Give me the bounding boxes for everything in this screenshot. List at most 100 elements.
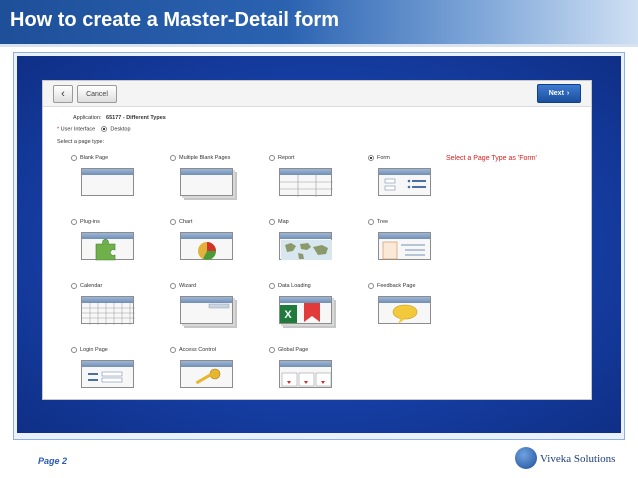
next-button[interactable]: Next › xyxy=(537,84,581,103)
page-type-option[interactable]: Wizard xyxy=(170,283,196,289)
page-type-option[interactable]: Global Page xyxy=(269,347,308,353)
page-type-label: Plug-ins xyxy=(80,219,100,225)
page-type-label: Map xyxy=(278,219,289,225)
page-type-chart[interactable]: Chart xyxy=(170,219,265,279)
user-interface-label: User Interface xyxy=(60,126,96,133)
map-icon[interactable] xyxy=(279,232,332,260)
application-row: Application: 65177 - Different Types xyxy=(73,115,166,121)
page-type-global-page[interactable]: Global Page xyxy=(269,347,364,407)
page-number: Page 2 xyxy=(38,456,68,466)
report-icon[interactable] xyxy=(279,168,333,197)
brand-name: Viveka Solutions xyxy=(540,453,616,465)
page-type-plug-ins[interactable]: Plug-ins xyxy=(71,219,166,279)
page-type-option[interactable]: Login Page xyxy=(71,347,108,353)
application-label: Application: xyxy=(73,115,102,121)
page-type-label: Form xyxy=(377,155,390,161)
page-type-radio[interactable] xyxy=(170,283,176,289)
page-type-radio[interactable] xyxy=(269,347,275,353)
page-type-radio[interactable] xyxy=(71,347,77,353)
page-type-option[interactable]: Report xyxy=(269,155,295,161)
annotation-text: Select a Page Type as 'Form' xyxy=(446,155,537,162)
page-type-option[interactable]: Calendar xyxy=(71,283,102,289)
svg-text:X: X xyxy=(284,309,292,321)
page-type-radio[interactable] xyxy=(71,283,77,289)
page-type-radio[interactable] xyxy=(368,283,374,289)
page-type-login-page[interactable]: Login Page xyxy=(71,347,166,407)
page-type-radio[interactable] xyxy=(170,347,176,353)
access-control-icon[interactable] xyxy=(180,360,233,388)
select-page-type-label: Select a page type: xyxy=(57,139,105,145)
slide: How to create a Master-Detail form ‹ Can… xyxy=(0,0,638,478)
page-type-label: Access Control xyxy=(179,347,216,353)
chart-icon[interactable] xyxy=(180,232,233,260)
page-type-radio[interactable] xyxy=(269,155,275,161)
page-type-radio[interactable] xyxy=(71,219,77,225)
title-bar: How to create a Master-Detail form xyxy=(0,0,638,44)
page-type-option[interactable]: Access Control xyxy=(170,347,216,353)
login-page-icon[interactable] xyxy=(81,360,134,388)
page-type-radio[interactable] xyxy=(368,155,374,161)
required-marker: * xyxy=(57,126,60,133)
page-type-report[interactable]: Report xyxy=(269,155,364,215)
chevron-left-icon: ‹ xyxy=(61,88,65,100)
page-type-label: Feedback Page xyxy=(377,283,416,289)
page-type-radio[interactable] xyxy=(269,283,275,289)
page-type-label: Data Loading xyxy=(278,283,311,289)
page-type-option[interactable]: Map xyxy=(269,219,289,225)
page-type-label: Tree xyxy=(377,219,389,225)
page-type-blank-page[interactable]: Blank Page xyxy=(71,155,166,215)
page-type-wizard[interactable]: Wizard xyxy=(170,283,265,343)
back-button[interactable]: ‹ xyxy=(53,85,73,103)
page-type-map[interactable]: Map xyxy=(269,219,364,279)
page-type-label: Calendar xyxy=(80,283,103,289)
wizard-icon[interactable] xyxy=(180,296,233,324)
plugins-icon[interactable] xyxy=(81,232,134,261)
page-type-calendar[interactable]: Calendar xyxy=(71,283,166,343)
page-type-radio[interactable] xyxy=(170,219,176,225)
page-type-feedback-page[interactable]: Feedback Page xyxy=(368,283,463,343)
desktop-radio[interactable] xyxy=(101,126,108,132)
slide-title: How to create a Master-Detail form xyxy=(10,9,339,31)
title-divider xyxy=(0,44,638,47)
page-type-label: Wizard xyxy=(179,283,197,289)
global-page-icon[interactable] xyxy=(279,360,332,388)
data-loading-icon[interactable]: X xyxy=(279,296,332,324)
page-type-radio[interactable] xyxy=(170,155,176,161)
page-type-access-control[interactable]: Access Control xyxy=(170,347,265,407)
page-type-label: Global Page xyxy=(278,347,309,353)
blank-page-icon[interactable] xyxy=(81,168,134,196)
cancel-button[interactable]: Cancel xyxy=(77,85,117,103)
feedback-page-icon[interactable] xyxy=(378,296,431,324)
user-interface-row: * User Interface Desktop xyxy=(57,126,131,132)
page-type-option[interactable]: Tree xyxy=(368,219,388,225)
page-type-tree[interactable]: Tree xyxy=(368,219,463,279)
page-type-label: Report xyxy=(278,155,295,161)
page-type-option[interactable]: Blank Page xyxy=(71,155,108,161)
page-type-multiple-blank-pages[interactable]: Multiple Blank Pages xyxy=(170,155,265,215)
viveka-logo-icon xyxy=(515,447,537,469)
page-type-option[interactable]: Data Loading xyxy=(269,283,311,289)
page-type-option[interactable]: Feedback Page xyxy=(368,283,416,289)
page-type-label: Multiple Blank Pages xyxy=(179,155,231,161)
page-type-radio[interactable] xyxy=(71,155,77,161)
page-type-label: Chart xyxy=(179,219,193,225)
form-icon[interactable] xyxy=(378,168,431,196)
application-value: 65177 - Different Types xyxy=(106,115,166,121)
page-type-radio[interactable] xyxy=(368,219,374,225)
desktop-label: Desktop xyxy=(110,126,131,133)
page-type-form[interactable]: Form xyxy=(368,155,463,215)
tree-icon[interactable] xyxy=(378,232,431,260)
page-type-label: Blank Page xyxy=(80,155,109,161)
chevron-right-icon: › xyxy=(566,90,570,97)
page-type-data-loading[interactable]: Data Loading X xyxy=(269,283,364,343)
multiple-blank-pages-icon[interactable] xyxy=(180,168,233,196)
page-type-option[interactable]: Multiple Blank Pages xyxy=(170,155,230,161)
page-type-radio[interactable] xyxy=(269,219,275,225)
page-type-option[interactable]: Plug-ins xyxy=(71,219,100,225)
page-type-option[interactable]: Form xyxy=(368,155,390,161)
next-button-label: Next xyxy=(548,90,564,97)
wizard-toolbar: ‹ Cancel Next › xyxy=(43,81,591,107)
page-type-option[interactable]: Chart xyxy=(170,219,192,225)
page-type-label: Login Page xyxy=(80,347,108,353)
calendar-icon[interactable] xyxy=(81,296,135,325)
